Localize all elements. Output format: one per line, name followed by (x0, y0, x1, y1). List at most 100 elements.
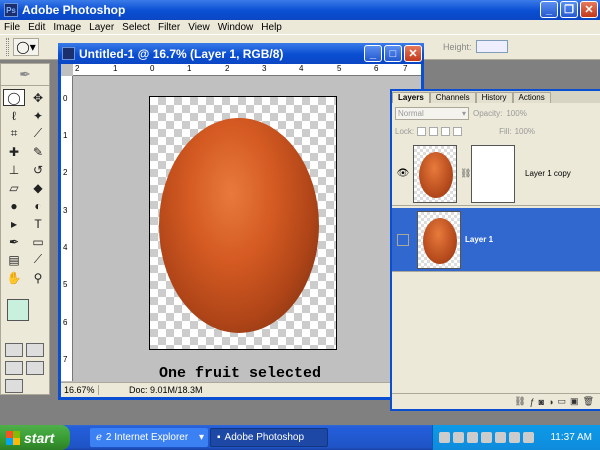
layer-mask-thumbnail[interactable] (471, 144, 515, 203)
tray-icon[interactable] (495, 432, 506, 443)
layer-name: Layer 1 (465, 235, 494, 244)
add-mask-icon[interactable]: ◙ (539, 397, 544, 407)
lock-all-checkbox[interactable] (453, 126, 463, 136)
menu-filter[interactable]: Filter (154, 22, 184, 33)
blend-mode-select[interactable]: Normal ▾ (395, 106, 469, 120)
tab-history[interactable]: History (475, 92, 513, 103)
app-title: Adobe Photoshop (22, 3, 126, 17)
menu-layer[interactable]: Layer (85, 22, 118, 33)
lock-pixels-checkbox[interactable] (429, 126, 439, 136)
brush-tool-icon[interactable]: ✎ (27, 143, 49, 160)
system-tray: 11:37 AM (432, 425, 600, 450)
opacity-field[interactable]: 100% (506, 109, 526, 118)
minimize-button[interactable]: _ (540, 1, 558, 18)
visibility-toggle[interactable] (397, 233, 409, 246)
lasso-tool-icon[interactable]: ℓ (3, 107, 25, 124)
path-selection-tool-icon[interactable]: ▸ (3, 215, 25, 232)
blur-tool-icon[interactable]: ● (3, 197, 25, 214)
menu-edit[interactable]: Edit (24, 22, 49, 33)
options-bar-grip[interactable] (6, 38, 9, 56)
eyedropper-tool-icon[interactable]: ⟋ (27, 251, 49, 268)
tray-icon[interactable] (481, 432, 492, 443)
restore-button[interactable]: ❐ (560, 1, 578, 18)
canvas-caption: One fruit selected (159, 365, 322, 382)
tray-icon[interactable] (467, 432, 478, 443)
taskbar-item-photoshop[interactable]: ▪ Adobe Photoshop (210, 428, 328, 447)
history-brush-tool-icon[interactable]: ↺ (27, 161, 49, 178)
standard-mode-icon[interactable] (5, 343, 23, 357)
adjustment-layer-icon[interactable]: ◑ (548, 397, 553, 407)
canvas-area[interactable]: One fruit selected (73, 76, 421, 382)
notes-tool-icon[interactable]: ▤ (3, 251, 25, 268)
menu-select[interactable]: Select (118, 22, 154, 33)
doc-size-info[interactable]: Doc: 9.01M/18.3M (99, 385, 203, 395)
move-tool-icon[interactable]: ✥ (27, 89, 49, 106)
lock-position-checkbox[interactable] (441, 126, 451, 136)
taskbar-item-internet-explorer[interactable]: ℯ 2 Internet Explorer ▾ (90, 428, 208, 447)
ruler-h-label: 1 (113, 64, 118, 73)
height-field[interactable] (475, 40, 508, 53)
jump-to-imageready-icon[interactable] (5, 379, 23, 393)
elliptical-marquee-tool-icon[interactable]: ◯ (3, 89, 25, 106)
ruler-h-label: 1 (187, 64, 192, 73)
layer-row[interactable]: 👁 ⛓ Layer 1 copy (392, 142, 600, 206)
tray-icon[interactable] (509, 432, 520, 443)
new-layer-icon[interactable]: ▣ (570, 396, 579, 407)
ruler-h-label: 4 (299, 64, 304, 73)
zoom-tool-icon[interactable]: ⚲ (27, 269, 49, 286)
eye-icon[interactable]: 👁 (395, 166, 411, 182)
lock-transparency-checkbox[interactable] (417, 126, 427, 136)
crop-tool-icon[interactable]: ⌗ (3, 125, 25, 142)
pen-tool-icon[interactable]: ✒ (3, 233, 25, 250)
chevron-down-icon: ▾ (461, 108, 466, 118)
hand-tool-icon[interactable]: ✋ (3, 269, 25, 286)
trash-icon[interactable]: 🗑 (583, 396, 594, 407)
menu-image[interactable]: Image (49, 22, 85, 33)
tray-icon[interactable] (453, 432, 464, 443)
start-button[interactable]: start (0, 425, 70, 450)
ruler-h-label: 2 (75, 64, 80, 73)
full-screen-mode-icon[interactable] (26, 361, 44, 375)
shape-tool-icon[interactable]: ▭ (27, 233, 49, 250)
dodge-tool-icon[interactable]: ◐ (27, 197, 49, 214)
doc-maximize-button[interactable]: □ (384, 45, 402, 62)
paint-bucket-tool-icon[interactable]: ◆ (27, 179, 49, 196)
clone-stamp-tool-icon[interactable]: ⊥ (3, 161, 25, 178)
menu-view[interactable]: View (184, 22, 214, 33)
tab-actions[interactable]: Actions (512, 92, 551, 103)
horizontal-ruler: 2 1 0 1 2 3 4 5 6 7 (73, 64, 421, 76)
standard-screen-mode-icon[interactable] (5, 361, 23, 375)
layer-style-icon[interactable]: ƒ (530, 397, 535, 407)
tab-layers[interactable]: Layers (392, 92, 430, 103)
zoom-level[interactable]: 16.67% (61, 385, 99, 395)
doc-close-button[interactable]: ✕ (404, 45, 422, 62)
eraser-tool-icon[interactable]: ▱ (3, 179, 25, 196)
fill-field[interactable]: 100% (515, 127, 535, 136)
chain-link-icon[interactable]: ⛓ (460, 168, 471, 180)
menu-file[interactable]: File (0, 22, 24, 33)
type-tool-icon[interactable]: T (27, 215, 49, 232)
ruler-v-label: 3 (63, 206, 68, 215)
magic-wand-tool-icon[interactable]: ✦ (27, 107, 49, 124)
photoshop-logo-icon: Ps (4, 3, 18, 17)
doc-minimize-button[interactable]: _ (364, 45, 382, 62)
task-label: Adobe Photoshop (224, 432, 305, 443)
elliptical-marquee-preset-icon[interactable]: ◯▾ (13, 38, 39, 56)
tray-icon[interactable] (439, 432, 450, 443)
menu-help[interactable]: Help (257, 22, 286, 33)
link-layers-icon[interactable]: ⛓ (514, 396, 525, 407)
menu-window[interactable]: Window (214, 22, 258, 33)
new-group-icon[interactable]: ▭ (558, 396, 567, 407)
foreground-color-swatch[interactable] (7, 299, 29, 321)
document-canvas[interactable] (149, 96, 337, 350)
healing-brush-tool-icon[interactable]: ✚ (3, 143, 25, 160)
app-titlebar: Ps Adobe Photoshop _ ❐ ✕ (0, 0, 600, 20)
slice-tool-icon[interactable]: ⟋ (27, 125, 49, 142)
close-button[interactable]: ✕ (580, 1, 598, 18)
layer-row-selected[interactable]: Layer 1 (392, 208, 600, 272)
speaker-icon[interactable] (523, 432, 534, 443)
layers-panel-footer: ⛓ ƒ ◙ ◑ ▭ ▣ 🗑 (392, 393, 600, 409)
clock[interactable]: 11:37 AM (550, 432, 600, 443)
quick-mask-mode-icon[interactable] (26, 343, 44, 357)
tab-channels[interactable]: Channels (429, 92, 476, 103)
